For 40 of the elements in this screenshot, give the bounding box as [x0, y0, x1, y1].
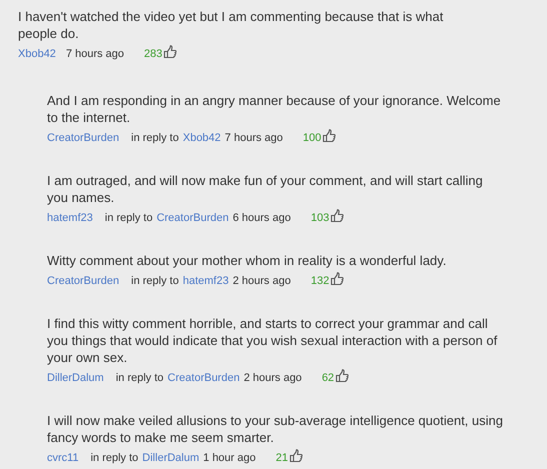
timestamp: 1 hour ago — [203, 452, 256, 464]
timestamp: 6 hours ago — [232, 212, 291, 224]
reply-text: I will now make veiled allusions to your sub-average intelligence quotient, using fancy words to make me seem smarter. — [47, 412, 504, 446]
like-count: 62 — [322, 372, 334, 384]
reply-label: in reply to — [116, 372, 164, 384]
username-link[interactable]: DillerDalum — [47, 372, 104, 384]
thumbs-up-icon[interactable] — [322, 129, 336, 143]
reply-label: in reply to — [131, 132, 179, 144]
username-link[interactable]: Xbob42 — [182, 132, 221, 144]
username-link[interactable]: Xbob42 — [18, 48, 56, 60]
username-link[interactable]: CreatorBurden — [168, 372, 240, 384]
thumbs-up-icon[interactable] — [335, 369, 350, 383]
thumbs-up-icon[interactable] — [163, 45, 178, 59]
reply-text: And I am responding in an angry manner because of your ignorance. Welcome to the internet. — [47, 92, 502, 126]
like-count: 100 — [302, 132, 322, 144]
reply-text: I am outraged, and will now make fun of your comment, and will start calling you names. — [47, 172, 484, 206]
username-link[interactable]: CreatorBurden — [47, 132, 120, 144]
comment-text: I haven't watched the video yet but I am commenting because that is what people do. — [18, 8, 444, 42]
thumbs-up-icon[interactable] — [289, 449, 303, 463]
username-link[interactable]: hatemf23 — [47, 212, 93, 224]
like-count: 283 — [144, 48, 162, 60]
reply-label: in reply to — [104, 212, 153, 224]
reply-text: Witty comment about your mother whom in reality is a wonderful lady. — [47, 252, 448, 269]
username-link[interactable]: CreatorBurden — [47, 275, 120, 287]
thumbs-up-icon[interactable] — [330, 209, 344, 223]
timestamp: 2 hours ago — [244, 372, 302, 384]
like-count: 132 — [310, 275, 330, 287]
timestamp: 7 hours ago — [66, 48, 124, 60]
like-count: 103 — [310, 212, 330, 224]
username-link[interactable]: CreatorBurden — [156, 212, 229, 224]
reply-text: I find this witty comment horrible, and starts to correct your grammar and call you things that would indicate that you wish sexual interaction with a person of your own sex. — [47, 315, 498, 366]
like-count: 21 — [276, 452, 288, 464]
username-link[interactable]: cvrc11 — [47, 452, 79, 464]
timestamp: 7 hours ago — [224, 132, 283, 144]
thumbs-up-icon[interactable] — [330, 272, 344, 286]
reply-label: in reply to — [90, 452, 138, 464]
username-link[interactable]: DillerDalum — [142, 452, 200, 464]
timestamp: 2 hours ago — [232, 275, 291, 287]
reply-label: in reply to — [131, 275, 179, 287]
username-link[interactable]: hatemf23 — [182, 275, 229, 287]
